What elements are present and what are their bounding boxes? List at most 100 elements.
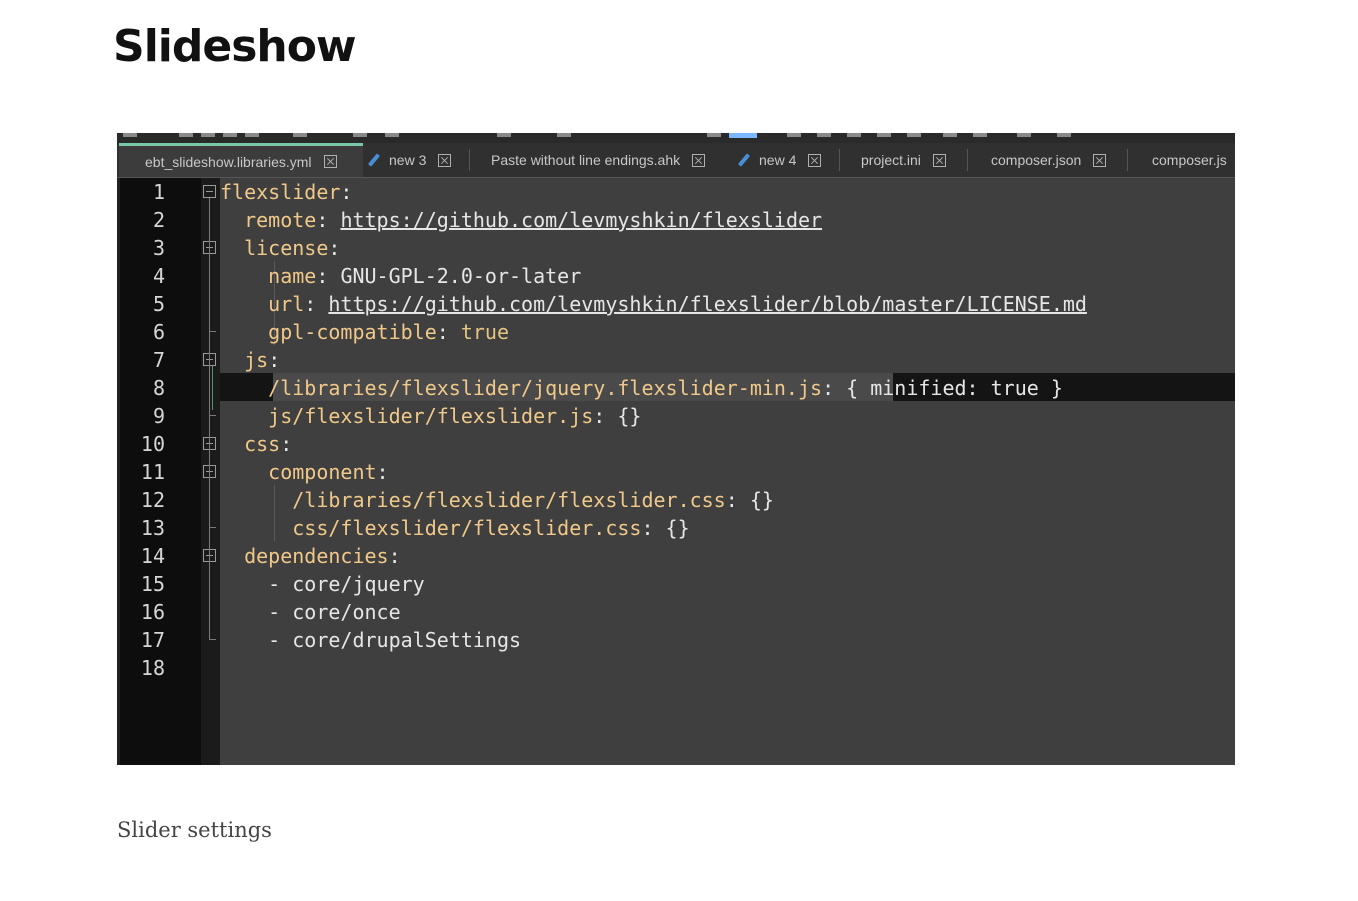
line-number: 12: [140, 488, 165, 512]
toolbar-icon[interactable]: [557, 133, 571, 137]
close-icon[interactable]: [438, 153, 452, 167]
tab-bar: ebt_slideshow.libraries.yml new 3 Paste …: [117, 143, 1235, 178]
yaml-list-item: - core/jquery: [268, 572, 425, 596]
yaml-value: : {}: [593, 404, 642, 428]
yaml-list-item: - core/drupalSettings: [268, 628, 522, 652]
yaml-boolean: true: [460, 320, 510, 344]
line-number: 14: [140, 544, 165, 568]
toolbar-icon[interactable]: [847, 133, 861, 137]
yaml-key: name: [268, 264, 317, 288]
toolbar-strip: [117, 133, 1235, 143]
yaml-link[interactable]: https://github.com/levmyshkin/flexslider…: [328, 292, 1087, 316]
yaml-key: js: [244, 348, 269, 372]
line-number: 4: [152, 264, 165, 288]
tab-new-4[interactable]: new 4: [737, 143, 822, 177]
tab-composer-json[interactable]: composer.json: [991, 143, 1107, 177]
tab-ebt-slideshow-libraries-yml[interactable]: ebt_slideshow.libraries.yml: [119, 143, 363, 177]
line-number: 5: [152, 292, 165, 316]
yaml-key: /libraries/flexslider/jquery.flexslider-…: [268, 376, 823, 400]
toolbar-icon[interactable]: [385, 133, 399, 137]
toolbar-icon[interactable]: [707, 133, 721, 137]
tab-label: composer.json: [991, 152, 1082, 168]
line-number: 1: [152, 180, 165, 204]
code-line-10: css:: [220, 430, 292, 458]
close-icon[interactable]: [323, 155, 337, 168]
yaml-key: component: [268, 460, 377, 484]
line-number: 11: [140, 460, 165, 484]
tab-composer-js[interactable]: composer.js: [1152, 143, 1227, 177]
fold-toggle-icon[interactable]: [203, 185, 216, 198]
line-number: 16: [140, 600, 165, 624]
toolbar-icon[interactable]: [293, 133, 307, 137]
tab-label: composer.js: [1152, 152, 1227, 168]
close-icon[interactable]: [932, 153, 946, 167]
pencil-icon: [737, 153, 751, 167]
yaml-value: : { minified: true }: [822, 376, 1063, 400]
fold-end: [209, 527, 216, 528]
close-icon[interactable]: [692, 153, 706, 167]
toolbar-icon[interactable]: [1017, 133, 1031, 137]
toolbar-icon[interactable]: [353, 133, 367, 137]
yaml-list-item: - core/once: [268, 600, 401, 624]
line-number: 2: [152, 208, 165, 232]
yaml-colon: :: [328, 236, 341, 260]
yaml-colon: :: [268, 348, 281, 372]
yaml-key: flexslider: [220, 180, 341, 204]
code-line-6: gpl-compatible: true: [220, 318, 509, 346]
toolbar-icon[interactable]: [1057, 133, 1071, 137]
line-number: 18: [140, 656, 165, 680]
line-number: 3: [152, 236, 165, 260]
code-line-5: url: https://github.com/levmyshkin/flexs…: [220, 290, 1087, 318]
tab-new-3[interactable]: new 3: [367, 143, 452, 177]
toolbar-icon[interactable]: [179, 133, 193, 137]
toolbar-icon[interactable]: [787, 133, 801, 137]
toolbar-icon[interactable]: [123, 133, 137, 137]
tab-label: ebt_slideshow.libraries.yml: [145, 153, 312, 170]
change-history-bar: [212, 366, 213, 410]
toolbar-icon[interactable]: [817, 133, 831, 137]
image-caption: Slider settings: [117, 818, 272, 842]
tab-label: project.ini: [861, 152, 921, 168]
tab-project-ini[interactable]: project.ini: [861, 143, 946, 177]
fold-end: [209, 331, 216, 332]
yaml-key: js/flexslider/flexslider.js: [268, 404, 594, 428]
tab-separator: [839, 149, 840, 171]
yaml-colon: :: [376, 460, 389, 484]
code-line-7: js:: [220, 346, 280, 374]
yaml-colon: :: [340, 180, 353, 204]
close-icon[interactable]: [808, 153, 822, 167]
toolbar-icon[interactable]: [907, 133, 921, 137]
toolbar-icon[interactable]: [877, 133, 891, 137]
close-icon[interactable]: [1093, 153, 1107, 167]
code-line-17: - core/drupalSettings: [220, 626, 521, 654]
toolbar-icon[interactable]: [245, 133, 259, 137]
code-line-4: name: GNU-GPL-2.0-or-later: [220, 262, 581, 290]
code-line-12: /libraries/flexslider/flexslider.css: {}: [220, 486, 774, 514]
code-line-9: js/flexslider/flexslider.js: {}: [220, 402, 641, 430]
yaml-colon: :: [436, 320, 449, 344]
yaml-value: : {}: [725, 488, 774, 512]
line-number: 8: [152, 376, 165, 400]
yaml-link[interactable]: https://github.com/levmyshkin/flexslider: [340, 208, 822, 232]
toolbar-icon[interactable]: [201, 133, 215, 137]
code-line-3: license:: [220, 234, 340, 262]
toolbar-icon[interactable]: [223, 133, 237, 137]
toolbar-icon[interactable]: [973, 133, 987, 137]
tab-paste-without-line-endings-ahk[interactable]: Paste without line endings.ahk: [491, 143, 706, 177]
code-line-1: flexslider:: [220, 178, 352, 206]
yaml-value: : {}: [641, 516, 690, 540]
fold-end: [209, 639, 216, 640]
code-line-16: - core/once: [220, 598, 401, 626]
yaml-key: gpl-compatible: [268, 320, 437, 344]
toolbar-icon[interactable]: [943, 133, 957, 137]
pencil-icon: [367, 153, 381, 167]
line-number: 10: [140, 432, 165, 456]
line-number: 6: [152, 320, 165, 344]
yaml-key: css: [244, 432, 281, 456]
yaml-value: GNU-GPL-2.0-or-later: [340, 264, 582, 288]
toolbar-icon[interactable]: [729, 133, 757, 138]
line-number: 7: [152, 348, 165, 372]
toolbar-icon[interactable]: [497, 133, 511, 137]
code-line-2: remote: https://github.com/levmyshkin/fl…: [220, 206, 822, 234]
tab-separator: [967, 149, 968, 171]
